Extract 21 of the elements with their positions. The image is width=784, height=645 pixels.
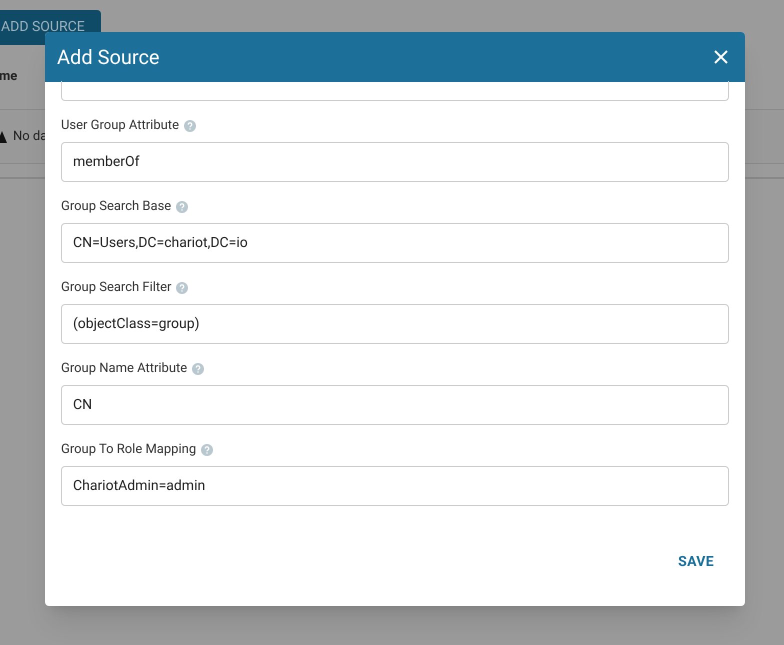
text-field[interactable]: (objectClass=group): [61, 304, 729, 344]
text-field[interactable]: CN: [61, 385, 729, 425]
input-field[interactable]: [61, 81, 729, 101]
text-field[interactable]: CN=Users,DC=chariot,DC=io: [61, 223, 729, 263]
help-icon[interactable]: [176, 282, 188, 294]
field-label: Group To Role Mapping: [61, 441, 196, 460]
dialog-title: Add Source: [57, 44, 160, 71]
field-label: Group Search Base: [61, 198, 172, 216]
column-header: me: [0, 68, 18, 86]
help-icon[interactable]: [201, 444, 214, 456]
text-field[interactable]: memberOf: [61, 142, 729, 182]
help-icon[interactable]: [176, 201, 188, 213]
field-label: User Group Attribute: [61, 117, 179, 136]
help-icon[interactable]: [192, 363, 204, 375]
close-icon: [714, 50, 728, 64]
field-label: Group Search Filter: [61, 279, 172, 298]
field-label: Group Name Attribute: [61, 360, 188, 378]
text-field[interactable]: ChariotAdmin=admin: [61, 466, 729, 506]
help-icon[interactable]: [184, 120, 196, 132]
save-button[interactable]: SAVE: [678, 552, 714, 573]
warning-icon: [0, 130, 7, 142]
